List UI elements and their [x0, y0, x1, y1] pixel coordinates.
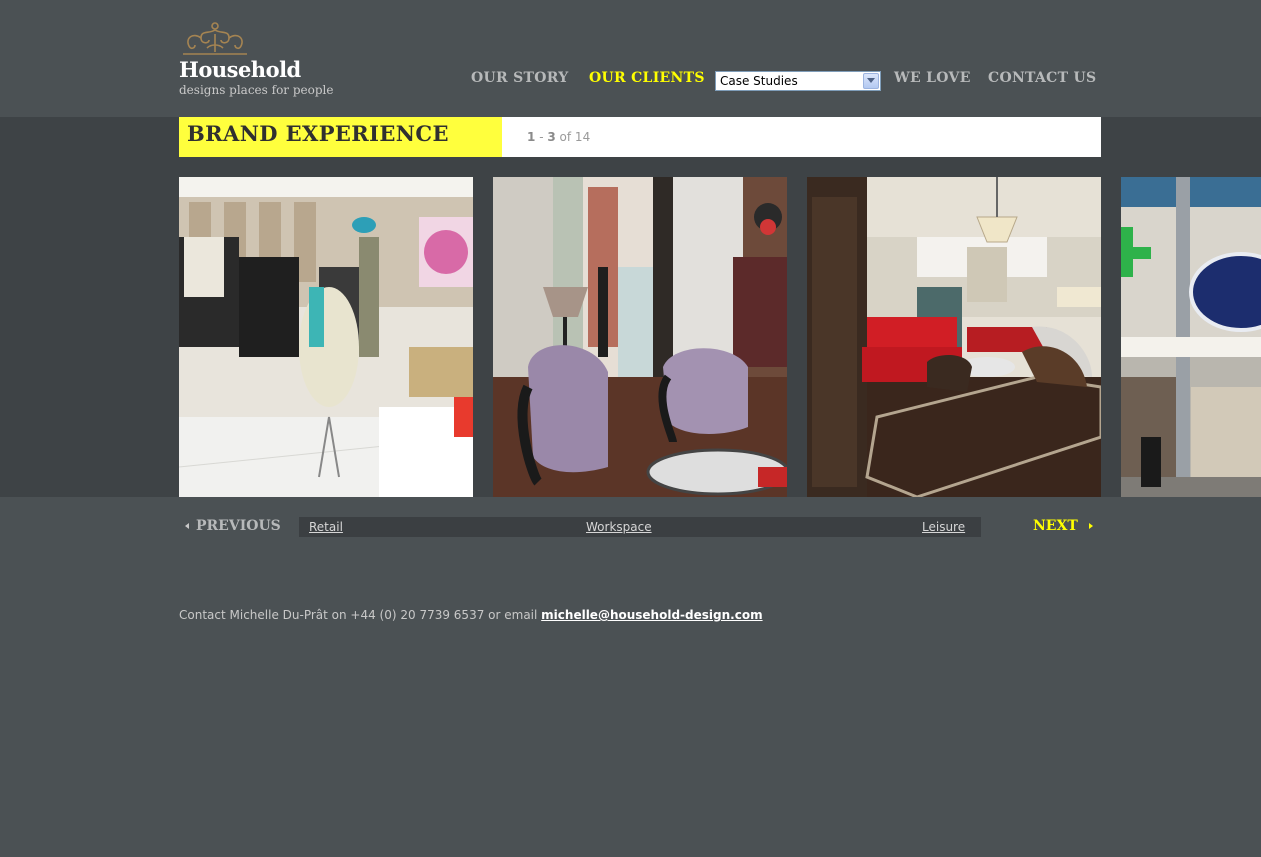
chevron-down-icon[interactable]	[863, 73, 879, 89]
range-total: of 14	[559, 130, 591, 144]
email-link[interactable]: michelle@household-design.com	[541, 608, 762, 622]
nav-our-story[interactable]: OUR STORY	[471, 70, 569, 86]
result-count-box: 1 - 3 of 14	[502, 117, 1101, 157]
logo-name: Household	[179, 57, 301, 82]
range-end: 3	[547, 130, 556, 144]
photo-boutique[interactable]	[493, 177, 787, 497]
previous-button[interactable]: PREVIOUS	[179, 517, 299, 537]
category-link-workspace[interactable]: Workspace	[586, 520, 652, 534]
arrow-left-icon	[185, 523, 189, 529]
next-label: NEXT	[1033, 518, 1078, 534]
previous-label: PREVIOUS	[196, 518, 281, 534]
photo-lounge-image	[807, 177, 1101, 497]
nav-our-clients[interactable]: OUR CLIENTS	[589, 70, 705, 86]
logo-tagline: designs places for people	[179, 83, 334, 97]
next-button[interactable]: NEXT	[981, 517, 1101, 537]
category-link-retail[interactable]: Retail	[309, 520, 343, 534]
nav-contact-us[interactable]: CONTACT US	[988, 70, 1096, 86]
photo-retail-image	[179, 177, 473, 497]
logo[interactable]: Household designs places for people	[179, 20, 354, 102]
photo-pharmacy[interactable]	[1121, 177, 1261, 497]
select-value: Case Studies	[720, 74, 798, 88]
photo-retail[interactable]	[179, 177, 473, 497]
range-separator: -	[539, 130, 544, 144]
nav-we-love[interactable]: WE LOVE	[894, 70, 971, 86]
photo-pharmacy-image	[1121, 177, 1261, 497]
photo-lounge[interactable]	[807, 177, 1101, 497]
arrow-right-icon	[1089, 523, 1093, 529]
contact-text: Contact Michelle Du-Prât on +44 (0) 20 7…	[179, 608, 538, 622]
pager-bar: PREVIOUS Retail Workspace Leisure NEXT	[179, 517, 1101, 537]
ornament-icon	[183, 22, 247, 55]
photo-boutique-image	[493, 177, 787, 497]
section-title-box: BRAND EXPERIENCE	[179, 117, 502, 157]
case-studies-select[interactable]: Case Studies	[715, 71, 881, 91]
contact-footer: Contact Michelle Du-Prât on +44 (0) 20 7…	[179, 608, 763, 622]
section-title: BRAND EXPERIENCE	[187, 121, 449, 146]
category-link-leisure[interactable]: Leisure	[922, 520, 965, 534]
range-start: 1	[527, 130, 536, 144]
result-count: 1 - 3 of 14	[527, 130, 590, 144]
